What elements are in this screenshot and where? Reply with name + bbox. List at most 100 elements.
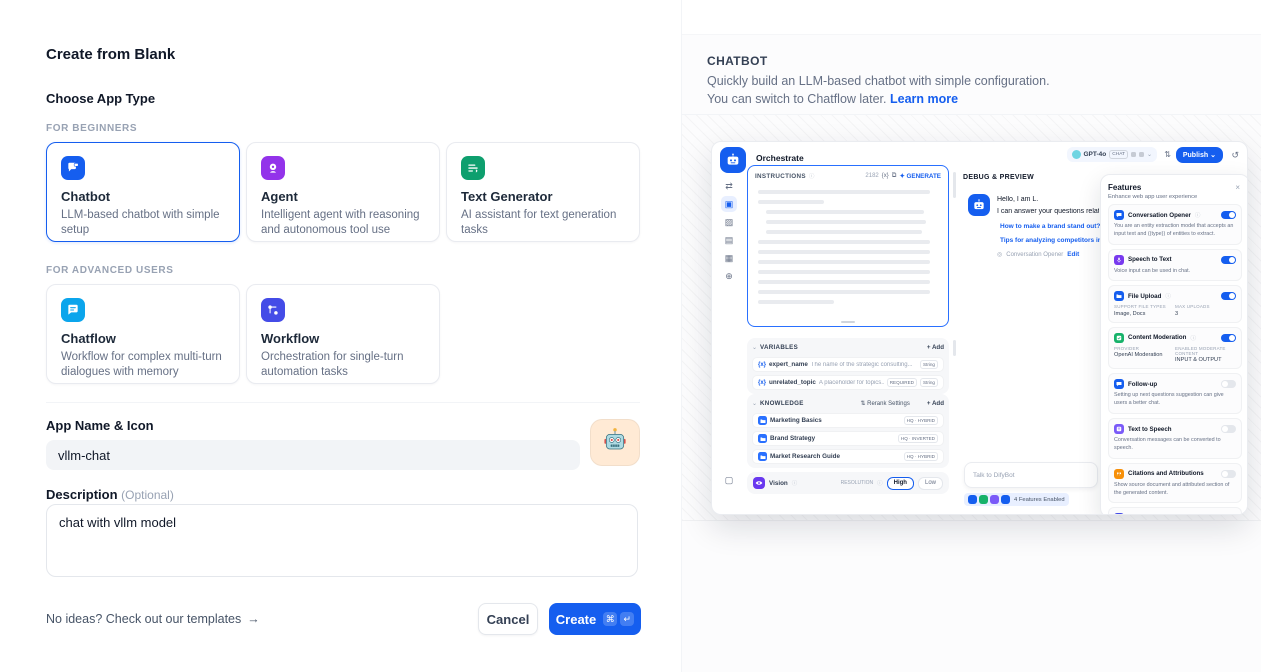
bot-greeting: Hello, I am L. bbox=[997, 196, 1099, 203]
card-title: Agent bbox=[261, 189, 425, 204]
sidebar-square-icon: ▢ bbox=[721, 472, 737, 488]
agent-icon bbox=[261, 156, 285, 180]
resolution-high-option: High bbox=[887, 477, 914, 490]
info-icon: ⓘ bbox=[809, 172, 815, 180]
skeleton-line bbox=[758, 270, 930, 274]
feature-chip-icon bbox=[968, 495, 977, 504]
model-settings-icon: ⇅ bbox=[1164, 150, 1171, 159]
card-desc: Intelligent agent with reasoning and aut… bbox=[261, 208, 425, 238]
feature-item-speech-to-text: Speech to Text Voice input can be used i… bbox=[1108, 249, 1242, 282]
skeleton-line bbox=[758, 250, 930, 254]
chatbot-icon bbox=[61, 156, 85, 180]
info-icon: ⓘ bbox=[877, 479, 883, 487]
knowledge-row: Marketing Basics HQ · HYBRID bbox=[752, 413, 944, 428]
instructions-panel: INSTRUCTIONS ⓘ 2182 {x} ⧉ ✦ GENERATE bbox=[747, 165, 949, 327]
vision-section: Vision ⓘ RESOLUTION ⓘ High Low bbox=[747, 472, 949, 494]
card-desc: AI assistant for text generation tasks bbox=[461, 208, 625, 238]
features-subtitle: Enhance web app user experience bbox=[1108, 194, 1242, 200]
skeleton-line bbox=[758, 290, 930, 294]
app-type-card-workflow[interactable]: Workflow Orchestration for single-turn a… bbox=[246, 284, 440, 384]
variables-section: ⌄ VARIABLES + Add {x} expert_name The na… bbox=[747, 338, 949, 394]
feature-item-text-to-speech: Text to Speech Conversation messages can… bbox=[1108, 418, 1242, 459]
sidebar-globe-icon: ⊕ bbox=[721, 268, 737, 284]
toggle-on bbox=[1221, 211, 1236, 219]
sidebar-image-icon: ▨ bbox=[721, 214, 737, 230]
advanced-group-label: FOR ADVANCED USERS bbox=[46, 265, 173, 276]
info-icon: ⓘ bbox=[1190, 334, 1196, 342]
variables-icon: {x} bbox=[882, 173, 889, 179]
skeleton-line bbox=[758, 190, 930, 194]
debug-preview-label: DEBUG & PREVIEW bbox=[963, 174, 1034, 181]
moderation-shield-icon bbox=[1114, 333, 1124, 343]
knowledge-row: Brand Strategy HQ · INVERTED bbox=[752, 431, 944, 446]
features-title: Features bbox=[1108, 183, 1242, 192]
robot-emoji-icon bbox=[602, 427, 628, 458]
knowledge-row: Market Research Guide HQ · HYBRID bbox=[752, 449, 944, 464]
description-textarea[interactable]: chat with vllm model bbox=[46, 504, 638, 577]
follow-up-icon bbox=[1114, 379, 1124, 389]
history-icon: ↺ bbox=[1231, 150, 1239, 161]
app-type-card-agent[interactable]: Agent Intelligent agent with reasoning a… bbox=[246, 142, 440, 242]
templates-link[interactable]: No ideas? Check out our templates → bbox=[46, 612, 260, 626]
workflow-icon bbox=[261, 298, 285, 322]
skeleton-line bbox=[766, 230, 922, 234]
create-app-modal: Create from Blank Choose App Type FOR BE… bbox=[0, 0, 681, 672]
create-button[interactable]: Create ⌘ ↵ bbox=[549, 603, 641, 635]
model-mode-badge: CHAT bbox=[1109, 150, 1128, 159]
variable-row: {x} unrelated_topic A placeholder for to… bbox=[752, 375, 944, 390]
app-type-card-chatflow[interactable]: Chatflow Workflow for complex multi-turn… bbox=[46, 284, 240, 384]
feature-item-annotation-reply: Annotation Reply bbox=[1108, 507, 1242, 515]
skeleton-line bbox=[758, 300, 834, 304]
vision-eye-icon bbox=[753, 477, 765, 489]
cancel-button[interactable]: Cancel bbox=[478, 603, 538, 635]
sidebar-orchestrate-icon: ▣ bbox=[721, 196, 737, 212]
preview-hatch-background: Orchestrate GPT-4o CHAT ⌄ ⇅ Publish ⌄ ↺ … bbox=[682, 114, 1261, 521]
model-param-icon bbox=[1131, 152, 1136, 157]
feature-chip-icon bbox=[1001, 495, 1010, 504]
app-icon-button[interactable] bbox=[590, 419, 640, 466]
info-icon: ⓘ bbox=[792, 479, 798, 487]
model-provider-icon bbox=[1072, 150, 1081, 159]
skeleton-line bbox=[766, 210, 924, 214]
page-title: Create from Blank bbox=[46, 46, 175, 63]
app-type-card-chatbot[interactable]: Chatbot LLM-based chatbot with simple se… bbox=[46, 142, 240, 242]
arrow-right-icon: → bbox=[247, 612, 260, 626]
file-upload-icon bbox=[1114, 291, 1124, 301]
model-param-icon bbox=[1139, 152, 1144, 157]
knowledge-section: ⌄ KNOWLEDGE ⇅ Rerank Settings + Add Mark… bbox=[747, 394, 949, 468]
toggle-on bbox=[1221, 256, 1236, 264]
app-type-card-text-generator[interactable]: Text Generator AI assistant for text gen… bbox=[446, 142, 640, 242]
skeleton-line bbox=[758, 280, 930, 284]
description-label: Description (Optional) bbox=[46, 487, 174, 502]
section-divider bbox=[46, 402, 640, 403]
edit-link: Edit bbox=[1067, 251, 1079, 258]
app-name-input[interactable] bbox=[46, 440, 580, 470]
toggle-on bbox=[1221, 334, 1236, 342]
variable-row: {x} expert_name The name of the strategi… bbox=[752, 357, 944, 372]
learn-more-link[interactable]: Learn more bbox=[890, 92, 958, 106]
close-icon: × bbox=[1235, 183, 1240, 192]
rerank-settings-button: ⇅ Rerank Settings bbox=[860, 400, 909, 407]
microphone-icon bbox=[1114, 255, 1124, 265]
card-desc: LLM-based chatbot with simple setup bbox=[61, 208, 225, 238]
advanced-cards: Chatflow Workflow for complex multi-turn… bbox=[46, 284, 640, 384]
index-badge: HQ · INVERTED bbox=[898, 434, 938, 443]
skeleton-line bbox=[758, 260, 930, 264]
scrollbar bbox=[953, 340, 956, 356]
feature-item-content-moderation: Content Moderation ⓘ PROVIDEROpenAI Mode… bbox=[1108, 327, 1242, 370]
resolution-low-option: Low bbox=[918, 477, 943, 490]
toggle-off bbox=[1221, 425, 1236, 433]
info-icon: ⓘ bbox=[1195, 211, 1201, 219]
card-title: Text Generator bbox=[461, 189, 625, 204]
text-to-speech-icon bbox=[1114, 424, 1124, 434]
folder-icon bbox=[758, 452, 767, 461]
suggested-question: How to make a brand stand out?Bes bbox=[1000, 223, 1100, 230]
sidebar-shuffle-icon: ⇄ bbox=[721, 178, 737, 194]
preview-app-title: Orchestrate bbox=[756, 153, 804, 163]
toggle-off bbox=[1221, 470, 1236, 478]
sidebar-notes-icon: ▦ bbox=[721, 250, 737, 266]
feature-chip-icon bbox=[990, 495, 999, 504]
add-knowledge-button: + Add bbox=[927, 400, 944, 407]
bot-avatar bbox=[968, 194, 990, 216]
choose-app-type-label: Choose App Type bbox=[46, 91, 155, 106]
